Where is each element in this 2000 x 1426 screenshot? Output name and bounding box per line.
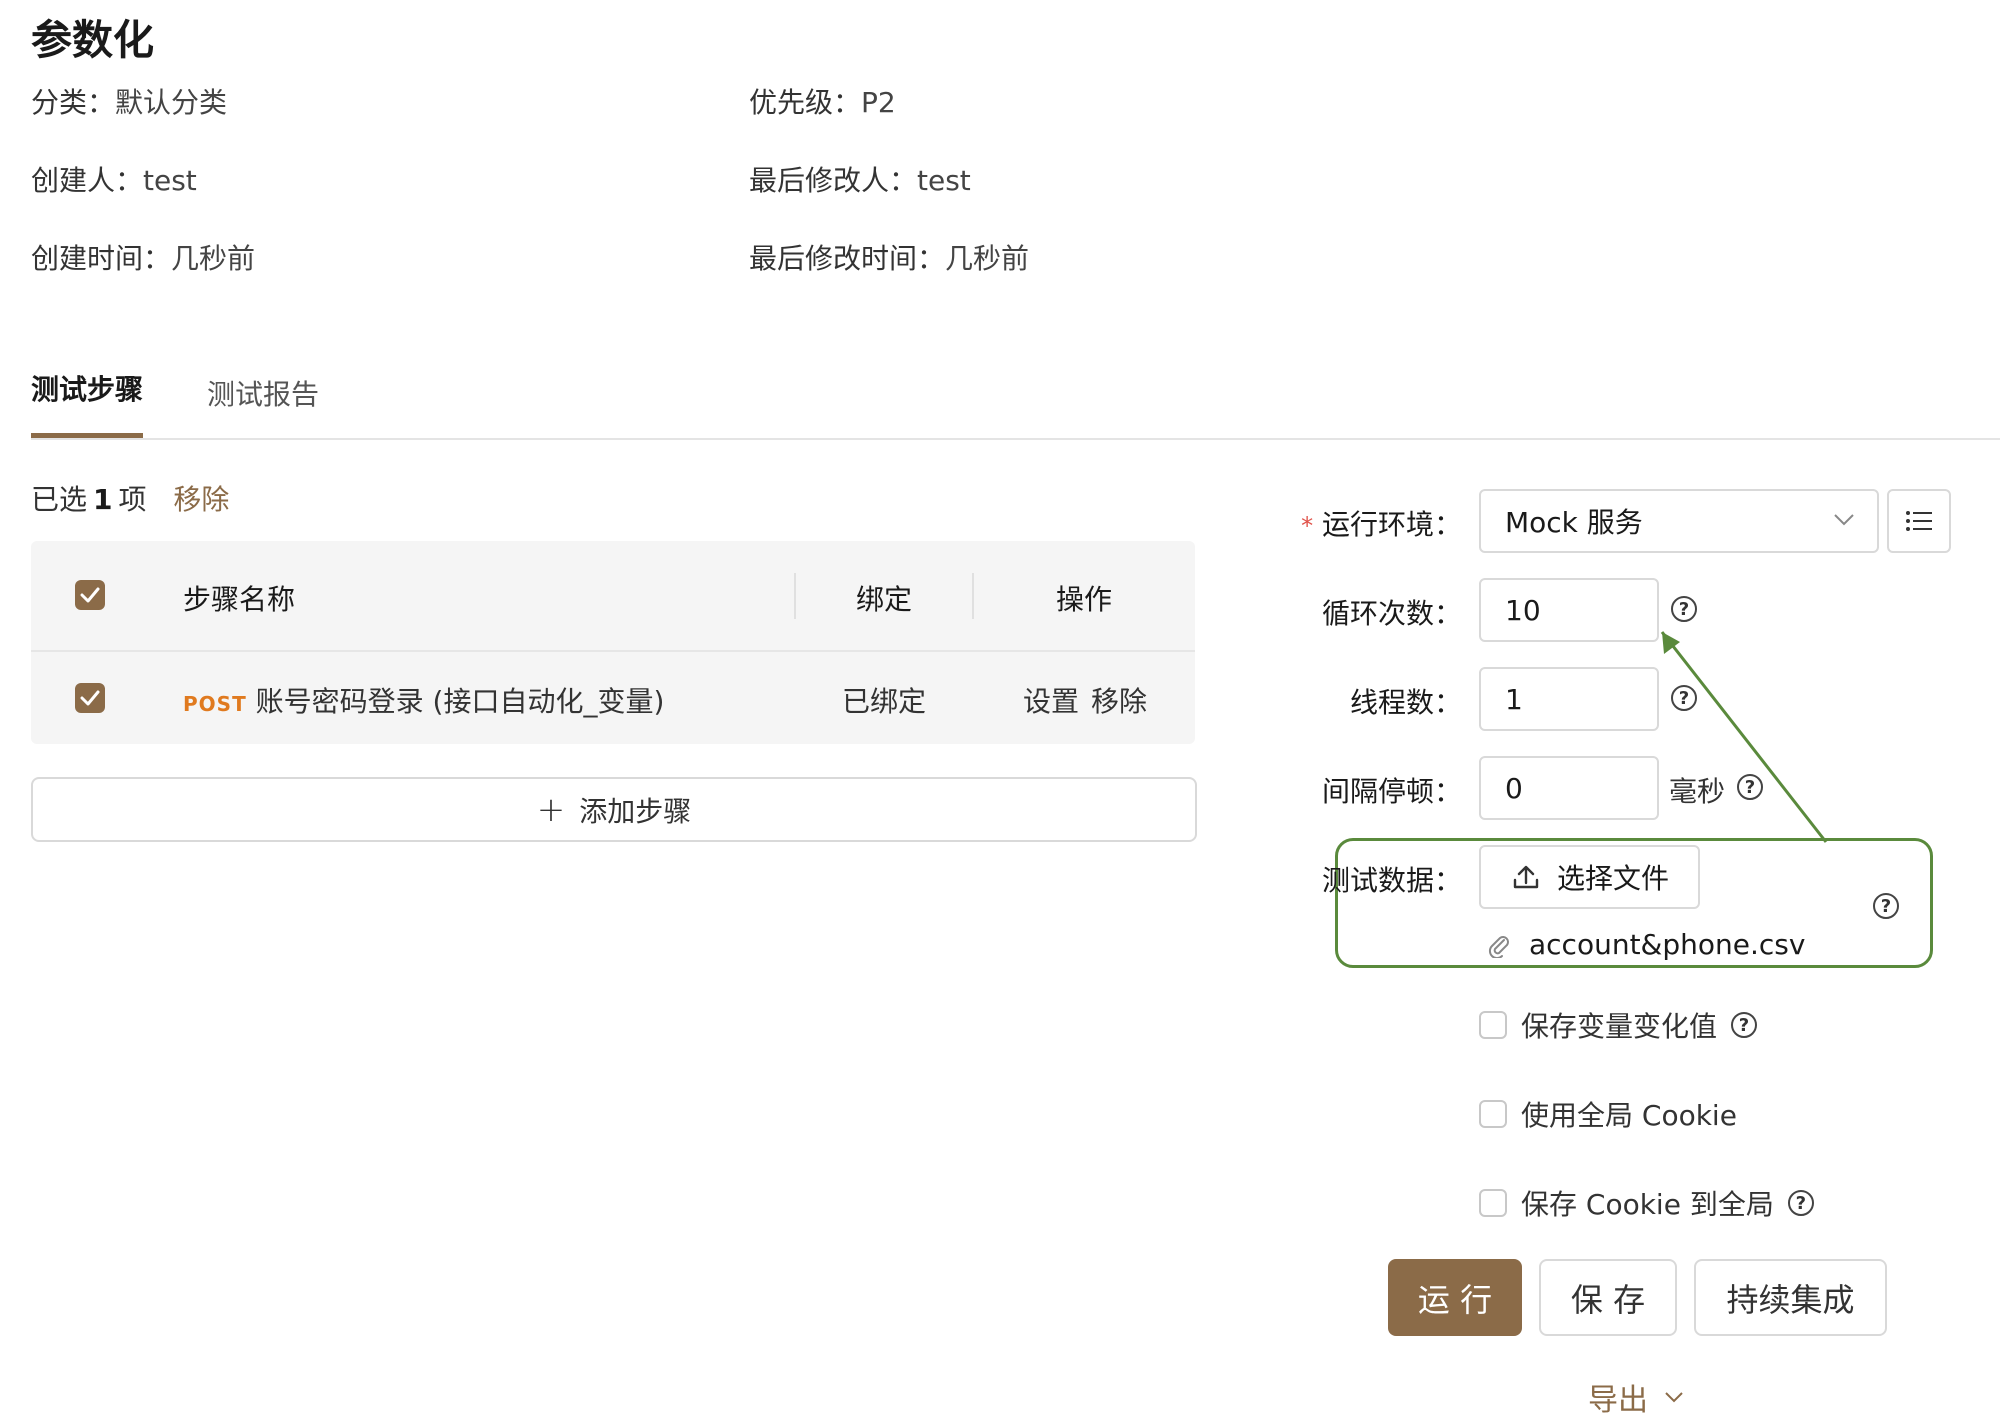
upload-file-button[interactable]: 选择文件 [1479,845,1700,909]
export-label: 导出 [1588,1383,1648,1418]
tab-test-report[interactable]: 测试报告 [207,373,319,413]
meta-created-value: 几秒前 [171,242,256,275]
selection-suffix: 项 [118,483,147,516]
save-variable-changes-checkbox[interactable] [1479,1011,1507,1039]
meta-modified: 最后修改时间：几秒前 [749,237,1029,277]
annotation-arrow [1660,631,1828,843]
table-header: 步骤名称 绑定 操作 [31,541,1195,652]
meta-modified-label: 最后修改时间： [749,242,946,275]
paperclip-icon [1488,935,1509,958]
header-step-name: 步骤名称 [183,583,296,616]
env-manage-button[interactable] [1887,489,1951,553]
testdata-label: 测试数据： [1321,864,1462,897]
ci-button[interactable]: 持续集成 [1694,1259,1887,1336]
step-name: 账号密码登录 (接口自动化_变量) [255,685,665,718]
meta-created-label: 创建时间： [31,242,172,275]
help-icon[interactable]: ? [1731,1012,1758,1038]
use-global-cookie-checkbox[interactable] [1479,1100,1507,1128]
add-step-button[interactable]: + 添加步骤 [31,777,1197,842]
meta-modifier: 最后修改人：test [749,159,971,199]
check-icon [80,690,100,706]
loop-count-input[interactable]: 10 [1479,578,1659,642]
interval-label: 间隔停顿： [1321,775,1462,808]
help-icon[interactable]: ? [1873,893,1899,919]
meta-modified-value: 几秒前 [945,242,1030,275]
save-cookie-global-checkbox[interactable] [1479,1189,1507,1217]
selection-info: 已选 1 项 移除 [31,478,229,518]
save-cookie-global-label: 保存 Cookie 到全局 [1521,1188,1774,1221]
batch-remove-link[interactable]: 移除 [173,483,229,516]
export-dropdown[interactable]: 导出 [1588,1375,1684,1419]
interval-input[interactable]: 0 [1479,756,1659,820]
meta-created: 创建时间：几秒前 [31,237,255,277]
save-variable-changes-label: 保存变量变化值 [1521,1010,1718,1043]
option-use-global-cookie[interactable]: 使用全局 Cookie [1479,1094,1737,1134]
help-icon[interactable]: ? [1787,1190,1814,1216]
column-divider [794,573,796,619]
tab-test-steps[interactable]: 测试步骤 [31,368,143,408]
meta-category-label: 分类： [31,86,116,119]
header-binding: 绑定 [856,583,913,616]
binding-status: 已绑定 [842,685,927,718]
meta-priority-value: P2 [861,86,896,119]
loop-label: 循环次数： [1321,597,1462,630]
uploaded-file[interactable]: account&phone.csv [1487,928,1805,961]
step-name-cell[interactable]: POST 账号密码登录 (接口自动化_变量) [183,680,664,720]
meta-modifier-value: test [917,164,971,197]
list-icon [1906,511,1932,531]
meta-priority-label: 优先级： [749,86,862,119]
check-icon [80,587,100,603]
run-button[interactable]: 运 行 [1388,1259,1522,1336]
upload-icon [1513,865,1539,889]
env-field-label: * 运行环境： [1300,503,1462,543]
env-select[interactable]: Mock 服务 [1479,489,1879,553]
page-title: 参数化 [31,16,154,64]
save-button[interactable]: 保 存 [1539,1259,1677,1336]
header-action: 操作 [1056,583,1113,616]
upload-label: 选择文件 [1557,862,1670,895]
row-settings-link[interactable]: 设置 [1023,680,1079,720]
meta-creator: 创建人：test [31,159,197,199]
help-icon[interactable]: ? [1671,596,1697,622]
selection-prefix: 已选 [31,483,88,516]
meta-creator-value: test [143,164,197,197]
column-divider [972,573,974,619]
row-remove-link[interactable]: 移除 [1091,680,1147,720]
selection-count: 1 [93,483,113,516]
tab-divider [31,438,2000,440]
row-checkbox[interactable] [75,683,105,713]
chevron-down-icon [1665,1392,1683,1403]
meta-modifier-label: 最后修改人： [749,164,918,197]
required-asterisk: * [1301,512,1314,540]
steps-table: 步骤名称 绑定 操作 POST 账号密码登录 (接口自动化_变量) 已绑定 设置… [31,541,1195,744]
env-label: 运行环境： [1321,508,1462,541]
add-step-label: 添加步骤 [579,794,692,828]
meta-category-value: 默认分类 [115,86,228,119]
env-select-value: Mock 服务 [1505,506,1643,539]
http-method-badge: POST [183,692,247,716]
threads-input[interactable]: 1 [1479,667,1659,731]
plus-icon: + [536,789,566,830]
option-save-variable-changes[interactable]: 保存变量变化值 ? [1479,1005,1758,1045]
select-all-checkbox[interactable] [75,580,105,610]
use-global-cookie-label: 使用全局 Cookie [1521,1099,1737,1132]
chevron-down-icon [1834,514,1854,526]
uploaded-file-name: account&phone.csv [1529,928,1806,961]
table-row: POST 账号密码登录 (接口自动化_变量) 已绑定 设置 移除 [31,652,1195,744]
option-save-cookie-global[interactable]: 保存 Cookie 到全局 ? [1479,1183,1814,1223]
meta-priority: 优先级：P2 [749,81,896,121]
meta-category: 分类：默认分类 [31,81,227,121]
threads-label: 线程数： [1349,686,1462,719]
meta-creator-label: 创建人： [31,164,144,197]
